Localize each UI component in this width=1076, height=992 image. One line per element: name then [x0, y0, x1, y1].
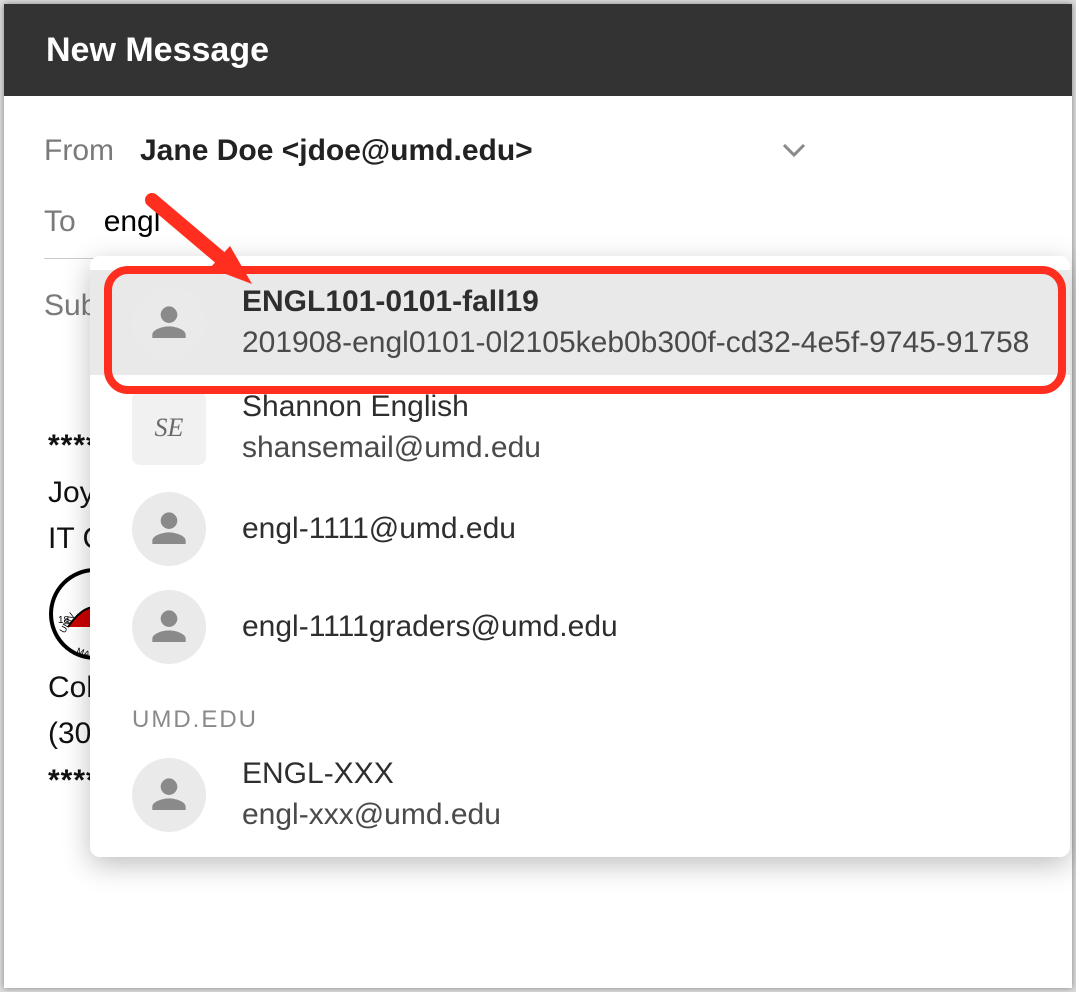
autocomplete-item-primary: ENGL101-0101-fall19: [242, 282, 1029, 323]
autocomplete-item[interactable]: ENGL-XXXengl-xxx@umd.edu: [90, 742, 1070, 847]
to-input[interactable]: [102, 204, 1032, 240]
autocomplete-item-text: Shannon Englishshansemail@umd.edu: [242, 387, 541, 468]
from-label: From: [44, 134, 114, 168]
to-row[interactable]: To: [44, 186, 1032, 259]
autocomplete-item[interactable]: engl-1111@umd.edu: [90, 480, 1070, 578]
autocomplete-item[interactable]: SE Shannon Englishshansemail@umd.edu: [90, 375, 1070, 480]
autocomplete-item[interactable]: ENGL101-0101-fall19201908-engl0101-0l210…: [90, 270, 1070, 375]
from-value: Jane Doe <jdoe@umd.edu>: [140, 134, 533, 168]
autocomplete-item-primary: Shannon English: [242, 387, 541, 428]
autocomplete-section-label: UMD.EDU: [90, 676, 1070, 742]
person-icon: [132, 590, 206, 664]
autocomplete-item-secondary: engl-xxx@umd.edu: [242, 795, 501, 836]
autocomplete-dropdown: ENGL101-0101-fall19201908-engl0101-0l210…: [90, 256, 1070, 857]
to-label: To: [44, 205, 76, 239]
autocomplete-item-primary: engl-1111graders@umd.edu: [242, 607, 618, 648]
autocomplete-item-text: ENGL101-0101-fall19201908-engl0101-0l210…: [242, 282, 1029, 363]
autocomplete-item-primary: ENGL-XXX: [242, 754, 501, 795]
autocomplete-item-text: engl-1111graders@umd.edu: [242, 607, 618, 648]
autocomplete-item-primary: engl-1111@umd.edu: [242, 509, 516, 550]
avatar: SE: [132, 391, 206, 465]
compose-window: New Message From Jane Doe <jdoe@umd.edu>…: [4, 4, 1072, 988]
autocomplete-item-text: engl-1111@umd.edu: [242, 509, 516, 550]
window-title: New Message: [46, 31, 269, 70]
autocomplete-item-secondary: 201908-engl0101-0l2105keb0b300f-cd32-4e5…: [242, 323, 1029, 364]
autocomplete-item[interactable]: engl-1111graders@umd.edu: [90, 578, 1070, 676]
svg-text:18: 18: [58, 615, 70, 626]
titlebar: New Message: [4, 4, 1072, 96]
autocomplete-item-text: ENGL-XXXengl-xxx@umd.edu: [242, 754, 501, 835]
chevron-down-icon[interactable]: [783, 144, 805, 158]
person-icon: [132, 758, 206, 832]
person-icon: [132, 492, 206, 566]
person-icon: [132, 286, 206, 360]
autocomplete-item-secondary: shansemail@umd.edu: [242, 428, 541, 469]
from-row[interactable]: From Jane Doe <jdoe@umd.edu>: [44, 116, 1032, 186]
